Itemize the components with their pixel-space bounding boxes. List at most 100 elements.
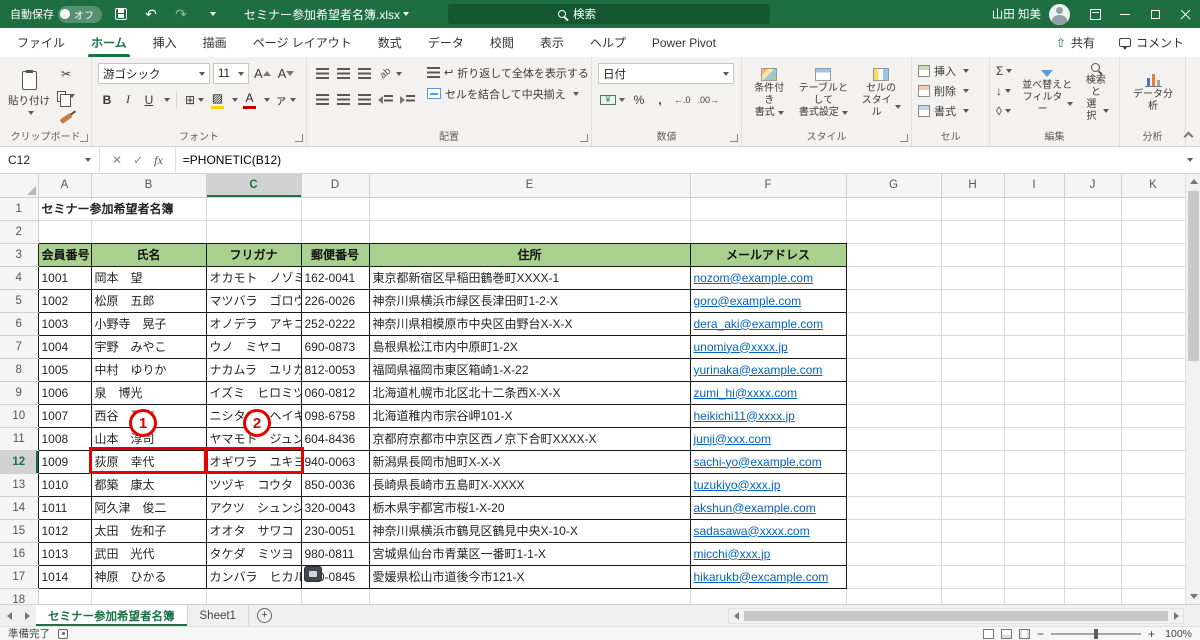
cell[interactable]: [1121, 243, 1185, 267]
sheet-nav-right-button[interactable]: [18, 605, 36, 626]
tab-power-pivot[interactable]: Power Pivot: [639, 28, 729, 57]
row-header[interactable]: 11: [0, 427, 39, 451]
tab-data[interactable]: データ: [415, 28, 477, 57]
decrease-decimal-button[interactable]: .00→: [696, 90, 722, 110]
dialog-launcher-number[interactable]: [730, 134, 738, 142]
cell-name[interactable]: 中村 ゆりか: [91, 358, 207, 382]
cell[interactable]: [941, 197, 1005, 221]
cell[interactable]: [1004, 266, 1065, 290]
cell[interactable]: [690, 220, 847, 244]
cell-member-id[interactable]: 1006: [38, 381, 92, 405]
cell[interactable]: [1064, 496, 1122, 520]
row-header[interactable]: 2: [0, 220, 39, 244]
find-select-button[interactable]: 検索と 選択: [1078, 62, 1114, 124]
wrap-text-button[interactable]: ↩ 折り返して全体を表示する: [427, 62, 589, 83]
cell-member-id[interactable]: 1004: [38, 335, 92, 359]
vertical-scrollbar[interactable]: [1185, 174, 1200, 604]
cell-name[interactable]: 神原 ひかる: [91, 565, 207, 589]
tab-review[interactable]: 校閲: [477, 28, 527, 57]
cell-zip[interactable]: 060-0812: [301, 381, 370, 405]
cell[interactable]: [846, 312, 942, 336]
column-header-g[interactable]: G: [846, 174, 942, 198]
table-header-kana[interactable]: フリガナ: [206, 243, 302, 267]
email-link[interactable]: nozom@example.com: [694, 271, 814, 285]
shrink-font-button[interactable]: A: [276, 64, 297, 84]
cell-kana[interactable]: ヤマモト ジュンジ: [206, 427, 302, 451]
table-header-name[interactable]: 氏名: [91, 243, 207, 267]
cell-email[interactable]: yurinaka@example.com: [690, 358, 847, 382]
cell[interactable]: [1004, 243, 1065, 267]
cell-zip[interactable]: 226-0026: [301, 289, 370, 313]
cell[interactable]: [369, 220, 691, 244]
cell[interactable]: [1004, 312, 1065, 336]
select-all-corner[interactable]: [0, 174, 39, 198]
cell[interactable]: [941, 404, 1005, 428]
font-size-select[interactable]: 11: [213, 63, 249, 84]
cell[interactable]: [38, 588, 92, 604]
cell[interactable]: [1121, 473, 1185, 497]
cell-member-id[interactable]: 1013: [38, 542, 92, 566]
cell[interactable]: [941, 289, 1005, 313]
cell-member-id[interactable]: 1005: [38, 358, 92, 382]
cell-member-id[interactable]: 1007: [38, 404, 92, 428]
view-page-layout-button[interactable]: [1000, 628, 1012, 639]
cell-address[interactable]: 栃木県宇都宮市桜1-X-20: [369, 496, 691, 520]
hscroll-thumb[interactable]: [744, 611, 1168, 621]
cell[interactable]: [846, 266, 942, 290]
zoom-in-button[interactable]: +: [1148, 628, 1155, 640]
cell[interactable]: [1004, 450, 1065, 474]
column-header-i[interactable]: I: [1004, 174, 1065, 198]
cell[interactable]: [941, 381, 1005, 405]
cell-name[interactable]: 宇野 みやこ: [91, 335, 207, 359]
undo-button[interactable]: ↶: [140, 3, 162, 25]
column-header-f[interactable]: F: [690, 174, 847, 198]
name-box[interactable]: C12: [0, 147, 100, 173]
cell-address[interactable]: 神奈川県横浜市鶴見区鶴見中央X-10-X: [369, 519, 691, 543]
cell-email[interactable]: dera_aki@example.com: [690, 312, 847, 336]
cell[interactable]: [206, 197, 302, 221]
cell-address[interactable]: 新潟県長岡市旭町X-X-X: [369, 450, 691, 474]
align-middle-button[interactable]: [334, 64, 352, 84]
borders-button[interactable]: ⊞: [183, 90, 206, 110]
cell[interactable]: [1064, 289, 1122, 313]
column-header-d[interactable]: D: [301, 174, 370, 198]
horizontal-scrollbar[interactable]: [728, 608, 1184, 624]
cell-email[interactable]: sadasawa@xxxx.com: [690, 519, 847, 543]
cell[interactable]: [1121, 197, 1185, 221]
accessibility-icon[interactable]: [58, 628, 68, 639]
share-button[interactable]: ⇧ 共有: [1044, 28, 1107, 57]
cell-name[interactable]: 阿久津 俊二: [91, 496, 207, 520]
cell[interactable]: [1064, 427, 1122, 451]
cell-kana[interactable]: カンバラ ヒカル: [206, 565, 302, 589]
align-top-button[interactable]: [313, 64, 331, 84]
insert-cells-button[interactable]: 挿入: [918, 62, 984, 80]
cell-member-id[interactable]: 1014: [38, 565, 92, 589]
row-header[interactable]: 16: [0, 542, 39, 566]
email-link[interactable]: sadasawa@xxxx.com: [694, 524, 810, 538]
cell-name[interactable]: 泉 博光: [91, 381, 207, 405]
cell[interactable]: [941, 335, 1005, 359]
font-name-select[interactable]: 游ゴシック: [98, 63, 210, 84]
tab-draw[interactable]: 描画: [190, 28, 240, 57]
cell-name[interactable]: 太田 佐和子: [91, 519, 207, 543]
row-header[interactable]: 6: [0, 312, 39, 336]
table-header-email[interactable]: メールアドレス: [690, 243, 847, 267]
cell-kana[interactable]: オノデラ アキコ: [206, 312, 302, 336]
view-normal-button[interactable]: [982, 628, 994, 639]
cell[interactable]: [1064, 473, 1122, 497]
cell[interactable]: [1121, 381, 1185, 405]
cell-email[interactable]: zumi_hi@xxxx.com: [690, 381, 847, 405]
cell[interactable]: [846, 358, 942, 382]
hscroll-right-button[interactable]: [1169, 609, 1183, 623]
row-header[interactable]: 5: [0, 289, 39, 313]
cell[interactable]: [941, 588, 1005, 604]
merge-center-button[interactable]: セルを結合して中央揃え: [427, 83, 589, 104]
cell-address[interactable]: 東京都新宿区早稲田鶴巻町XXXX-1: [369, 266, 691, 290]
tab-insert[interactable]: 挿入: [140, 28, 190, 57]
cell[interactable]: [846, 565, 942, 589]
email-link[interactable]: heikichi11@xxxx.jp: [694, 409, 795, 423]
redo-button[interactable]: ↷: [170, 3, 192, 25]
sheet-nav-left-button[interactable]: [0, 605, 18, 626]
cell[interactable]: [941, 358, 1005, 382]
format-cells-button[interactable]: 書式: [918, 102, 984, 120]
